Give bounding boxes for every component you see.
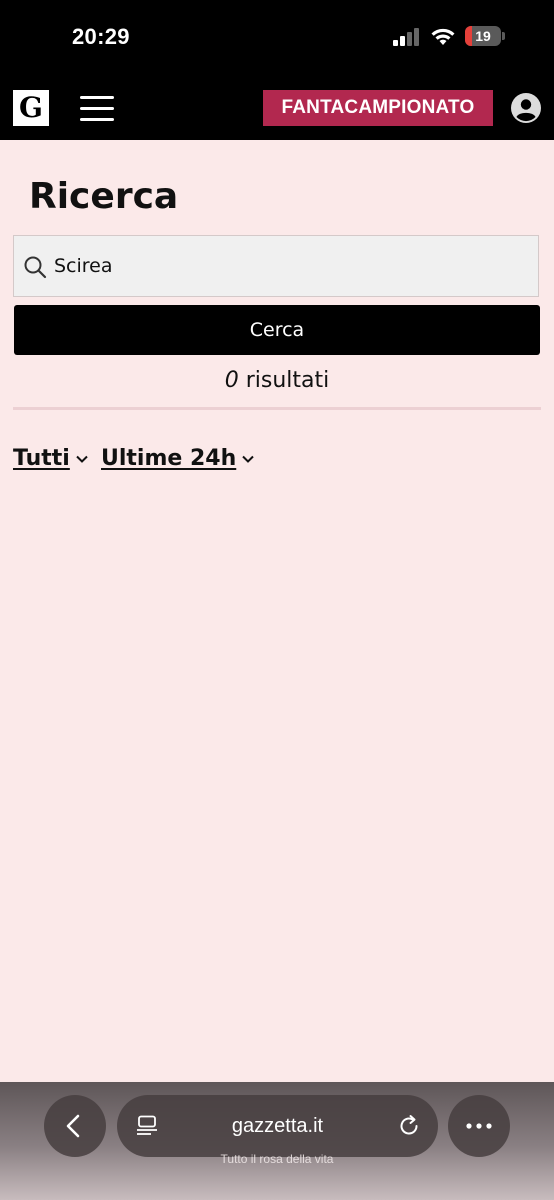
wifi-icon	[431, 28, 455, 45]
chevron-down-icon	[76, 455, 88, 463]
battery-level: 19	[475, 28, 491, 44]
hamburger-menu-icon[interactable]	[80, 96, 114, 122]
search-icon	[24, 256, 47, 279]
search-input[interactable]	[54, 236, 524, 296]
user-account-icon[interactable]	[510, 92, 542, 124]
results-label: risultati	[245, 368, 330, 393]
site-header: G FANTACAMPIONATO	[0, 78, 554, 140]
fantacampionato-button[interactable]: FANTACAMPIONATO	[263, 90, 493, 126]
address-bar[interactable]: gazzetta.it	[117, 1095, 438, 1157]
browser-toolbar: gazzetta.it Tutto il rosa della vita	[0, 1082, 554, 1200]
status-time: 20:29	[72, 24, 130, 49]
more-options-button[interactable]	[448, 1095, 510, 1157]
gazzetta-logo[interactable]: G	[13, 90, 49, 126]
battery-cap	[502, 32, 505, 40]
url-text: gazzetta.it	[231, 1115, 324, 1137]
reload-icon[interactable]	[397, 1114, 421, 1138]
back-button[interactable]	[44, 1095, 106, 1157]
ellipsis-icon	[466, 1123, 492, 1129]
results-count: 0	[224, 368, 239, 393]
filter-period-label: Ultime 24h	[101, 446, 237, 471]
page-title: Ricerca	[29, 176, 179, 217]
battery-indicator: 19	[465, 26, 501, 46]
chevron-down-icon	[242, 455, 254, 463]
divider	[13, 407, 541, 410]
search-box[interactable]	[13, 235, 539, 297]
status-bar: 20:29 19	[0, 0, 554, 78]
cellular-signal-icon	[393, 28, 419, 46]
filter-period-dropdown[interactable]: Ultime 24h	[101, 446, 254, 471]
filter-type-dropdown[interactable]: Tutti	[13, 446, 88, 471]
search-button[interactable]: Cerca	[14, 305, 540, 355]
filter-type-label: Tutti	[13, 446, 70, 471]
site-tagline: Tutto il rosa della vita	[220, 1152, 334, 1166]
results-summary: 0 risultati	[0, 368, 554, 393]
chevron-left-icon	[66, 1114, 80, 1138]
